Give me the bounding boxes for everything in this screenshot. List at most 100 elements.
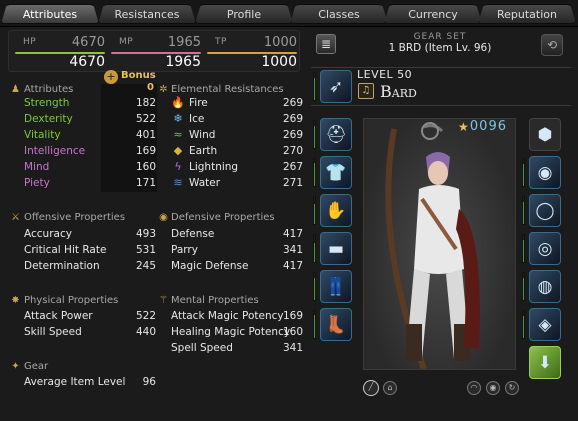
earring-slot[interactable]: ◉: [529, 156, 561, 189]
earth-icon: ◆: [173, 144, 183, 157]
legs-gear-slot-condition: [313, 272, 316, 301]
resistance-earth-value: 270: [282, 145, 303, 157]
gearset-list-button[interactable]: ≣: [316, 34, 336, 54]
gear-average-item-level-row: Average Item Level 96: [24, 374, 156, 390]
tab-resistances[interactable]: Resistances: [98, 4, 196, 24]
waist-gear-slot[interactable]: ▬: [320, 232, 352, 265]
earring-icon: ◉: [537, 163, 553, 183]
tab-classes[interactable]: Classes: [290, 4, 388, 24]
waist-gear-icon: ▬: [327, 239, 345, 259]
defensive-defense-row: Defense 417: [171, 226, 303, 242]
resistance-wind-row: Wind 269 ≈: [171, 127, 303, 143]
tab-reputation[interactable]: Reputation: [478, 4, 576, 24]
hands-gear-slot[interactable]: ✋: [320, 194, 352, 227]
attribute-intelligence-row: Intelligence 169: [24, 143, 156, 159]
offensive-determination-name: Determination: [24, 260, 100, 272]
attribute-strength-value: 182: [135, 97, 156, 109]
attribute-dexterity-name: Dexterity: [24, 113, 73, 125]
resistance-earth-name: Earth: [189, 145, 218, 157]
ring-slot-1[interactable]: ◍: [529, 270, 561, 303]
ring-icon: ◈: [538, 315, 552, 335]
vitals-panel: HP 4670 4670 MP 1965 1965 TP 1000 1000: [8, 30, 300, 72]
soul-crystal-slot[interactable]: ⬇: [529, 346, 561, 379]
waist-gear-slot-condition: [313, 234, 316, 263]
bonus-add-icon[interactable]: +: [104, 70, 118, 84]
defensive-defense-value: 417: [282, 228, 303, 240]
tab-bar: Attributes Resistances Profile Classes Curre…: [0, 0, 578, 27]
resistance-fire-name: Fire: [189, 97, 208, 109]
attribute-vitality-row: Vitality 401: [24, 127, 156, 143]
mental-attack-magic-potency-name: Attack Magic Potency: [171, 310, 284, 322]
tab-attributes[interactable]: Attributes: [1, 4, 99, 24]
resistance-water-name: Water: [189, 177, 221, 189]
attribute-piety-value: 171: [135, 177, 156, 189]
offensive-accuracy-row: Accuracy 493: [24, 226, 156, 242]
ring-slot-2[interactable]: ◈: [529, 308, 561, 341]
refresh-icon[interactable]: ⟲: [541, 34, 563, 56]
tp-label: TP: [215, 37, 227, 47]
defensive-parry-name: Parry: [171, 244, 198, 256]
head-gear-slot-condition: [313, 120, 316, 149]
offhand-empty-icon: ⬢: [537, 125, 553, 145]
tab-profile[interactable]: Profile: [195, 4, 293, 24]
physical-attack-power-value: 522: [135, 310, 156, 322]
tp-current: 1000: [261, 54, 297, 70]
earring-slot-condition: [522, 158, 525, 187]
gear-title: Gear: [24, 361, 49, 372]
main-weapon-slot[interactable]: ➶: [320, 70, 352, 103]
water-icon: ≋: [173, 176, 183, 189]
defensive-parry-row: Parry 341: [171, 242, 303, 258]
hands-gear-slot-condition: [313, 196, 316, 225]
tab-currency[interactable]: Currency: [384, 4, 482, 24]
head-gear-slot[interactable]: ⛑: [320, 118, 352, 151]
mental-healing-magic-potency-name: Healing Magic Potency: [171, 326, 291, 338]
offensive-accuracy-name: Accuracy: [24, 228, 72, 240]
attribute-piety-row: Piety 171: [24, 175, 156, 191]
elemental-title: Elemental Resistances: [171, 84, 284, 95]
mental-attack-magic-potency-row: Attack Magic Potency 169: [171, 308, 303, 324]
bracelet-slot[interactable]: ◎: [529, 232, 561, 265]
mp-max: 1965: [167, 35, 201, 50]
resistance-lightning-row: Lightning 267 ϟ: [171, 159, 303, 175]
resistance-water-value: 271: [282, 177, 303, 189]
headgear-toggle-icon[interactable]: ⌂: [383, 381, 397, 395]
offensive-accuracy-value: 493: [135, 228, 156, 240]
weapon-toggle-icon[interactable]: ╱: [363, 380, 379, 396]
resistance-wind-value: 269: [282, 129, 303, 141]
feet-gear-slot[interactable]: 👢: [320, 308, 352, 341]
offensive-determination-row: Determination 245: [24, 258, 156, 274]
mental-healing-magic-potency-row: Healing Magic Potency 160: [171, 324, 303, 340]
star-icon: ★: [458, 120, 469, 134]
rotate-icon[interactable]: ↻: [505, 381, 519, 395]
attribute-vitality-name: Vitality: [24, 129, 61, 141]
fire-icon: 🔥: [171, 96, 185, 109]
resistance-water-row: Water 271 ≋: [171, 175, 303, 191]
ring-icon: ◍: [537, 277, 553, 297]
gear-average-item-level-name: Average Item Level: [24, 376, 126, 388]
defensive-magic-defense-row: Magic Defense 417: [171, 258, 303, 274]
attribute-dexterity-row: Dexterity 522: [24, 111, 156, 127]
visor-toggle-icon[interactable]: ◠: [467, 381, 481, 395]
body-gear-icon: 👕: [325, 163, 347, 183]
gear-average-item-level-value: 96: [142, 376, 156, 388]
necklace-icon: ◯: [535, 201, 555, 221]
legs-gear-slot[interactable]: 👖: [320, 270, 352, 303]
hp-current: 4670: [69, 54, 105, 70]
view-toggle-icon[interactable]: ◉: [486, 381, 500, 395]
resistance-fire-row: Fire 269 🔥: [171, 95, 303, 111]
offhand-empty-slot[interactable]: ⬢: [529, 118, 561, 151]
character-preview[interactable]: 0096 ★: [363, 118, 516, 370]
body-gear-slot[interactable]: 👕: [320, 156, 352, 189]
attribute-strength-name: Strength: [24, 97, 70, 109]
necklace-slot[interactable]: ◯: [529, 194, 561, 227]
necklace-slot-condition: [522, 196, 525, 225]
mental-spell-speed-value: 341: [282, 342, 303, 354]
item-count: 0096: [469, 119, 507, 134]
physical-icon: ✸: [11, 295, 20, 306]
soul-crystal-icon: ⬇: [537, 353, 553, 373]
mental-spell-speed-name: Spell Speed: [171, 342, 233, 354]
mental-title: Mental Properties: [171, 295, 259, 306]
resistance-lightning-value: 267: [282, 161, 303, 173]
mental-healing-magic-potency-value: 160: [282, 326, 303, 338]
ice-icon: ❄: [173, 112, 183, 125]
